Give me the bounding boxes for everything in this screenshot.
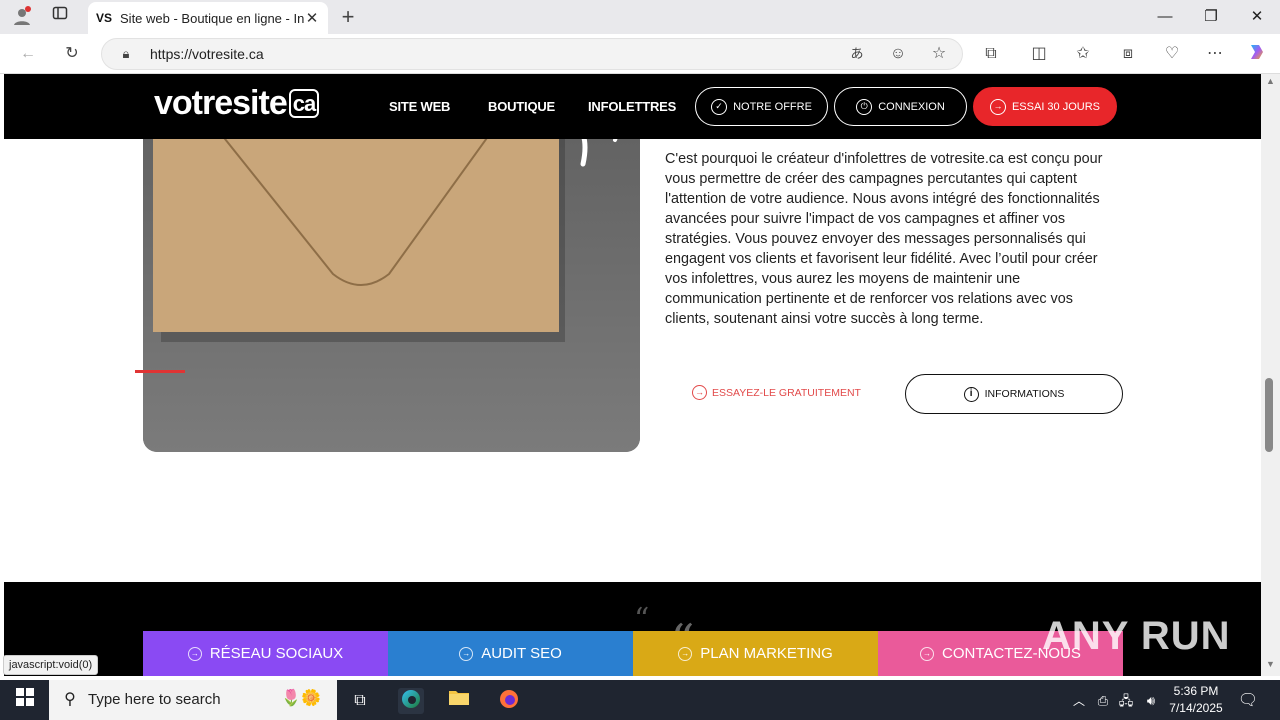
informations-label: INFORMATIONS <box>984 388 1065 400</box>
try-link-label: ESSAYEZ-LE GRATUITEMENT <box>712 386 861 399</box>
anyrun-watermark: ANY RUN <box>1042 614 1231 658</box>
search-icon: ⚲ <box>64 691 76 708</box>
logo-suffix: ca <box>288 89 320 118</box>
tab-actions-icon[interactable] <box>48 5 72 29</box>
arrow-circle-icon: → <box>678 646 693 661</box>
close-tab-icon[interactable]: ✕ <box>304 9 320 27</box>
page-scrollbar[interactable]: ▲ ▼ <box>1261 74 1280 676</box>
arrow-circle-icon: → <box>989 98 1006 115</box>
scroll-down-icon[interactable]: ▼ <box>1266 659 1275 669</box>
clock-date: 7/14/2025 <box>1169 701 1223 715</box>
infolettre-description: C'est pourquoi le créateur d'infolettres… <box>665 151 1103 327</box>
audit-seo-button[interactable]: → AUDIT SEO <box>388 631 633 676</box>
address-bar[interactable]: 🔒︎ https://votresite.ca あ ☺ ☆ <box>101 38 963 70</box>
windows-taskbar: ⚲ Type here to search 🌷🌼 ⧉ ︿ ⎙ 🖧︎ 🔊︎ 5:3… <box>0 680 1280 720</box>
show-hidden-icons-chevron[interactable]: ︿ <box>1066 688 1092 714</box>
arrow-circle-icon: → <box>459 646 474 661</box>
link-status-bar: javascript:void(0) <box>3 655 99 675</box>
site-header: votresite ca SITE WEB BOUTIQUE INFOLETTRE… <box>4 74 1261 139</box>
notifications-icon[interactable]: 🗨︎ <box>1235 688 1261 714</box>
nav-infolettres[interactable]: INFOLETTRES <box>588 99 676 114</box>
scrollbar-thumb[interactable] <box>1265 378 1273 452</box>
browser-essentials-icon[interactable]: ♡ <box>1160 42 1184 66</box>
volume-icon[interactable]: 🔊︎ <box>1138 688 1164 714</box>
essai-30-jours-button[interactable]: → ESSAI 30 JOURS <box>973 87 1117 126</box>
close-window-icon[interactable]: ✕ <box>1242 6 1272 28</box>
firefox-icon[interactable] <box>496 688 522 714</box>
new-tab-icon[interactable]: + <box>336 5 360 29</box>
info-icon: i <box>963 386 979 402</box>
informations-button[interactable]: i INFORMATIONS <box>905 374 1123 414</box>
favorites-icon[interactable]: ✩ <box>1071 42 1095 66</box>
nav-site-web[interactable]: SITE WEB <box>389 99 450 114</box>
browser-toolbar: ← ↻ 🔒︎ https://votresite.ca あ ☺ ☆ ⧉ ◫ ✩ … <box>0 34 1280 74</box>
red-accent-bar <box>135 370 185 373</box>
site-logo[interactable]: votresite ca <box>154 84 320 123</box>
task-view-icon[interactable]: ⧉ <box>347 688 373 714</box>
profile-icon[interactable] <box>10 5 34 29</box>
tulips-decoration-icon: 🌷🌼 <box>281 690 321 707</box>
clock-time: 5:36 PM <box>1173 684 1219 698</box>
connexion-button[interactable]: ⏻ CONNEXION <box>834 87 967 126</box>
windows-start-icon[interactable] <box>12 688 38 714</box>
favorite-star-icon[interactable]: ☆ <box>927 42 951 66</box>
split-screen-icon[interactable]: ◫ <box>1027 42 1051 66</box>
taskbar-clock[interactable]: 5:36 PM 7/14/2025 <box>1165 683 1227 717</box>
web-page: votresite ca SITE WEB BOUTIQUE INFOLETTRE… <box>4 74 1261 676</box>
check-badge-icon: ✓ <box>711 98 728 115</box>
arrow-circle-icon: → <box>920 646 935 661</box>
arrow-circle-icon: → <box>692 385 707 400</box>
copilot-icon[interactable] <box>1245 42 1269 66</box>
file-explorer-icon[interactable] <box>446 688 472 714</box>
search-placeholder: Type here to search <box>88 691 221 708</box>
scroll-up-icon[interactable]: ▲ <box>1266 76 1275 86</box>
collections-icon[interactable]: ⧈ <box>1116 42 1140 66</box>
reseau-sociaux-label: RÉSEAU SOCIAUX <box>209 645 344 662</box>
essai-label: ESSAI 30 JOURS <box>1011 100 1101 113</box>
tab-title: Site web - Boutique en ligne - Info <box>120 10 304 26</box>
essayez-gratuitement-link[interactable]: → ESSAYEZ-LE GRATUITEMENT <box>692 385 861 400</box>
url-text: https://votresite.ca <box>150 46 264 62</box>
extensions-icon[interactable]: ⧉ <box>979 42 1003 66</box>
notre-offre-button[interactable]: ✓ NOTRE OFFRE <box>695 87 828 126</box>
arrow-circle-icon: → <box>187 646 202 661</box>
browser-tab-bar: VS Site web - Boutique en ligne - Info ✕… <box>0 0 1280 34</box>
lock-icon[interactable]: 🔒︎ <box>114 42 138 66</box>
restore-icon[interactable]: ❐ <box>1196 6 1226 28</box>
edge-taskbar-icon[interactable] <box>398 688 424 714</box>
site-favicon: VS <box>96 11 113 25</box>
plan-marketing-button[interactable]: → PLAN MARKETING <box>633 631 878 676</box>
reseau-sociaux-button[interactable]: → RÉSEAU SOCIAUX <box>143 631 388 676</box>
notre-offre-label: NOTRE OFFRE <box>733 100 812 113</box>
power-icon: ⏻ <box>856 98 873 115</box>
translate-icon[interactable]: あ <box>845 42 869 66</box>
back-icon[interactable]: ← <box>16 42 40 66</box>
taskbar-search-box[interactable]: ⚲ Type here to search 🌷🌼 <box>49 680 337 720</box>
connexion-label: CONNEXION <box>878 100 945 113</box>
browser-tab-active[interactable]: VS Site web - Boutique en ligne - Info ✕ <box>88 2 328 34</box>
nav-boutique[interactable]: BOUTIQUE <box>488 99 555 114</box>
plan-marketing-label: PLAN MARKETING <box>700 645 833 662</box>
refresh-icon[interactable]: ↻ <box>60 42 84 66</box>
audit-seo-label: AUDIT SEO <box>481 645 562 662</box>
reading-mode-icon[interactable]: ☺ <box>886 42 910 66</box>
more-menu-icon[interactable]: ⋯ <box>1203 42 1227 66</box>
logo-text: votresite <box>154 84 288 122</box>
minimize-icon[interactable]: — <box>1150 6 1180 28</box>
network-icon[interactable]: 🖧︎ <box>1113 688 1139 714</box>
